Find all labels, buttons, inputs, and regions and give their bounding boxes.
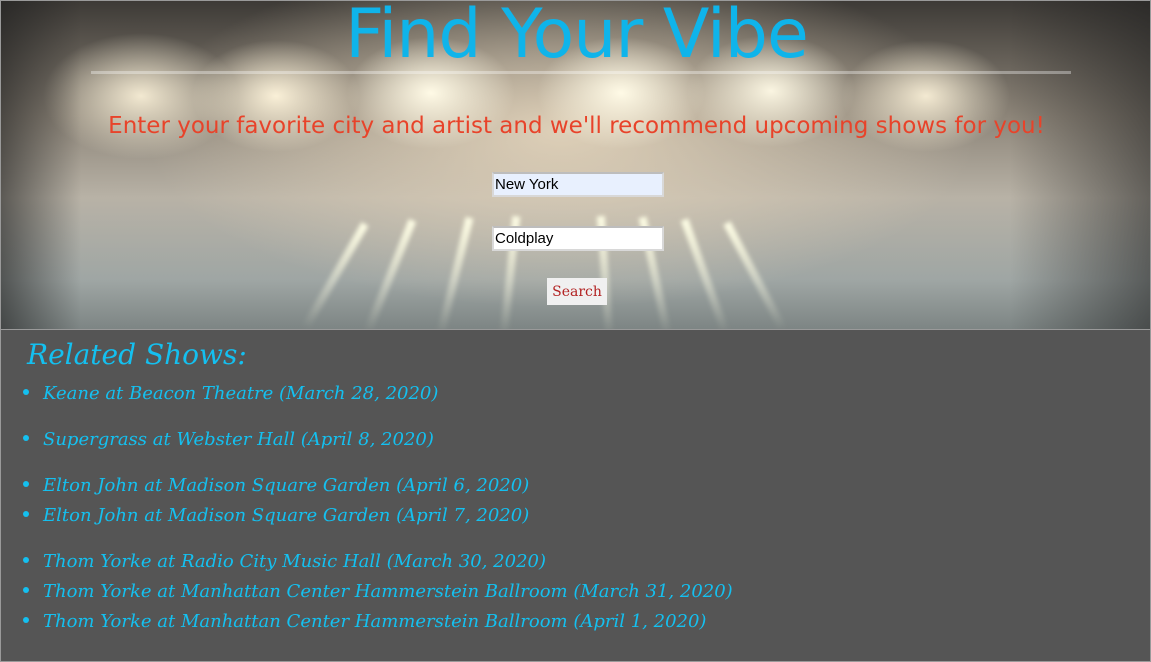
show-link[interactable]: Elton John at Madison Square Garden (Apr… (43, 505, 529, 526)
page-subtitle: Enter your favorite city and artist and … (108, 113, 1045, 139)
list-item: Keane at Beacon Theatre (March 28, 2020) (23, 383, 438, 404)
show-link[interactable]: Supergrass at Webster Hall (April 8, 202… (43, 429, 434, 450)
list-item: Thom Yorke at Radio City Music Hall (Mar… (23, 551, 546, 572)
show-link[interactable]: Keane at Beacon Theatre (March 28, 2020) (43, 383, 438, 404)
show-link[interactable]: Elton John at Madison Square Garden (Apr… (43, 475, 529, 496)
bullet-icon (23, 389, 29, 395)
city-input[interactable] (492, 172, 664, 197)
search-button[interactable]: Search (547, 278, 607, 305)
stage-light-beam (723, 221, 787, 329)
show-link[interactable]: Thom Yorke at Manhattan Center Hammerste… (43, 611, 706, 632)
show-link[interactable]: Thom Yorke at Manhattan Center Hammerste… (43, 581, 733, 602)
show-link[interactable]: Thom Yorke at Radio City Music Hall (Mar… (43, 551, 546, 572)
list-item: Supergrass at Webster Hall (April 8, 202… (23, 429, 434, 450)
stage-light-beam (363, 218, 417, 329)
bullet-icon (23, 557, 29, 563)
list-item: Elton John at Madison Square Garden (Apr… (23, 475, 529, 496)
artist-input[interactable] (492, 226, 664, 251)
stage-light-beam (680, 218, 730, 329)
stage-light-beam (436, 216, 474, 329)
bullet-icon (23, 435, 29, 441)
bullet-icon (23, 481, 29, 487)
bullet-icon (23, 511, 29, 517)
related-shows-heading: Related Shows: (27, 338, 247, 371)
stage-light-beam (301, 222, 369, 329)
bullet-icon (23, 587, 29, 593)
related-shows-section: Related Shows: Keane at Beacon Theatre (… (0, 330, 1151, 662)
page-title: Find Your Vibe (345, 0, 809, 74)
page: Find Your Vibe Enter your favorite city … (0, 0, 1151, 662)
list-item: Elton John at Madison Square Garden (Apr… (23, 505, 529, 526)
bullet-icon (23, 617, 29, 623)
hero-banner: Find Your Vibe Enter your favorite city … (0, 0, 1151, 330)
list-item: Thom Yorke at Manhattan Center Hammerste… (23, 611, 706, 632)
list-item: Thom Yorke at Manhattan Center Hammerste… (23, 581, 733, 602)
